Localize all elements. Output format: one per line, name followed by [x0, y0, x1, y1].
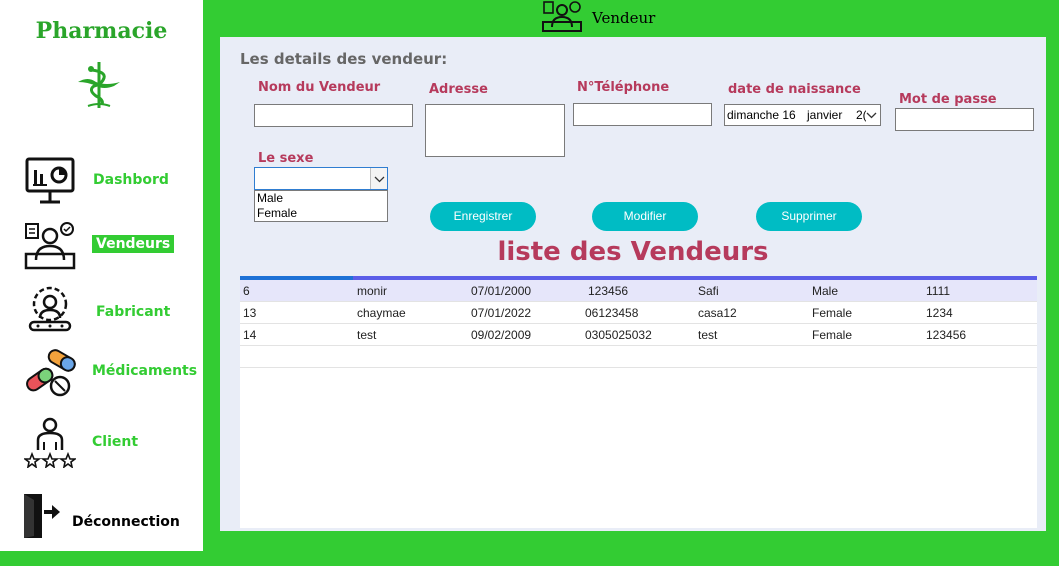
sexe-dropdown-button[interactable] — [370, 168, 387, 189]
sidebar-item-label: Fabricant — [96, 304, 171, 320]
list-title: liste des Vendeurs — [497, 237, 769, 267]
vendors-icon — [542, 1, 582, 32]
sidebar-item-client[interactable]: Client — [0, 414, 203, 474]
sexe-options-list: Male Female — [254, 190, 388, 222]
dashboard-icon — [25, 157, 75, 204]
date-naissance-picker[interactable]: dimanche 16 janvier 2( — [724, 104, 881, 126]
cell-mdp: 123456 — [926, 328, 967, 342]
table-row[interactable]: 14 test 09/02/2009 0305025032 test Femal… — [240, 324, 1037, 346]
cell-adresse: test — [698, 328, 718, 342]
sexe-option-male[interactable]: Male — [255, 191, 387, 206]
date-month: janvier — [807, 108, 843, 122]
table-row[interactable]: 13 chaymae 07/01/2022 06123458 casa12 Fe… — [240, 302, 1037, 324]
cell-nom: chaymae — [357, 306, 406, 320]
telephone-label: N°Téléphone — [577, 80, 670, 95]
cell-id: 6 — [243, 284, 250, 298]
cell-id: 13 — [243, 306, 257, 320]
sidebar-item-fabricant[interactable]: Fabricant — [0, 284, 203, 344]
sidebar-item-label: Déconnection — [72, 514, 180, 530]
cell-id: 14 — [243, 328, 257, 342]
chevron-down-icon[interactable] — [866, 108, 877, 122]
nom-label: Nom du Vendeur — [258, 80, 381, 95]
mot-de-passe-input[interactable] — [895, 108, 1034, 131]
enregistrer-button[interactable]: Enregistrer — [430, 202, 536, 231]
supprimer-button[interactable]: Supprimer — [756, 202, 862, 231]
sidebar-item-label: Vendeurs — [92, 235, 175, 253]
cell-telephone: 0305025032 — [585, 328, 652, 342]
cell-sexe: Female — [812, 328, 853, 342]
logout-button[interactable]: Déconnection — [0, 490, 203, 550]
naissance-label: date de naissance — [728, 82, 861, 97]
cell-adresse: Safi — [698, 284, 719, 298]
cell-telephone: 06123458 — [585, 306, 639, 320]
telephone-input[interactable] — [573, 103, 712, 126]
cell-mdp: 1234 — [926, 306, 953, 320]
client-icon — [24, 417, 76, 468]
pills-icon — [26, 349, 76, 397]
adresse-label: Adresse — [429, 82, 488, 97]
sidebar-item-dashbord[interactable]: Dashbord — [0, 152, 203, 212]
cell-sexe: Male — [812, 284, 839, 298]
cell-date: 07/01/2000 — [471, 284, 532, 298]
adresse-input[interactable] — [425, 104, 565, 157]
sidebar-item-label: Médicaments — [92, 363, 198, 379]
cell-nom: monir — [357, 284, 388, 298]
sidebar-item-vendeurs[interactable]: Vendeurs — [0, 218, 203, 278]
sidebar: Pharmacie Dashbord Vendeurs Fabricant Mé… — [0, 0, 203, 551]
sexe-select[interactable] — [254, 167, 388, 190]
page-title: Vendeur — [592, 9, 656, 27]
nom-vendeur-input[interactable] — [254, 104, 413, 127]
cell-date: 09/02/2009 — [471, 328, 532, 342]
modifier-button[interactable]: Modifier — [592, 202, 698, 231]
sidebar-item-medicaments[interactable]: Médicaments — [0, 344, 203, 404]
brand-title: Pharmacie — [35, 18, 168, 44]
table-row-empty[interactable] — [240, 346, 1037, 368]
section-title: Les details des vendeur: — [240, 50, 448, 68]
cell-telephone: 123456 — [588, 284, 629, 298]
cell-nom: test — [357, 328, 377, 342]
caduceus-icon — [78, 62, 120, 108]
vendors-icon — [24, 222, 76, 270]
cell-adresse: casa12 — [698, 306, 737, 320]
chevron-down-icon — [374, 176, 384, 182]
cell-mdp: 1111 — [926, 284, 951, 298]
cell-sexe: Female — [812, 306, 853, 320]
main-panel: Les details des vendeur: Nom du Vendeur … — [220, 37, 1046, 531]
manufacturer-icon — [28, 286, 72, 332]
sexe-option-female[interactable]: Female — [255, 206, 387, 221]
sexe-label: Le sexe — [258, 151, 314, 166]
date-day: dimanche 16 — [727, 108, 796, 122]
sidebar-item-label: Dashbord — [93, 172, 169, 188]
vendeurs-table: 6 monir 07/01/2000 123456 Safi Male 1111… — [240, 276, 1037, 528]
sidebar-item-label: Client — [92, 434, 139, 450]
table-row[interactable]: 6 monir 07/01/2000 123456 Safi Male 1111 — [240, 280, 1037, 302]
cell-date: 07/01/2022 — [471, 306, 532, 320]
mot-de-passe-label: Mot de passe — [899, 92, 997, 107]
logout-icon — [24, 494, 60, 538]
